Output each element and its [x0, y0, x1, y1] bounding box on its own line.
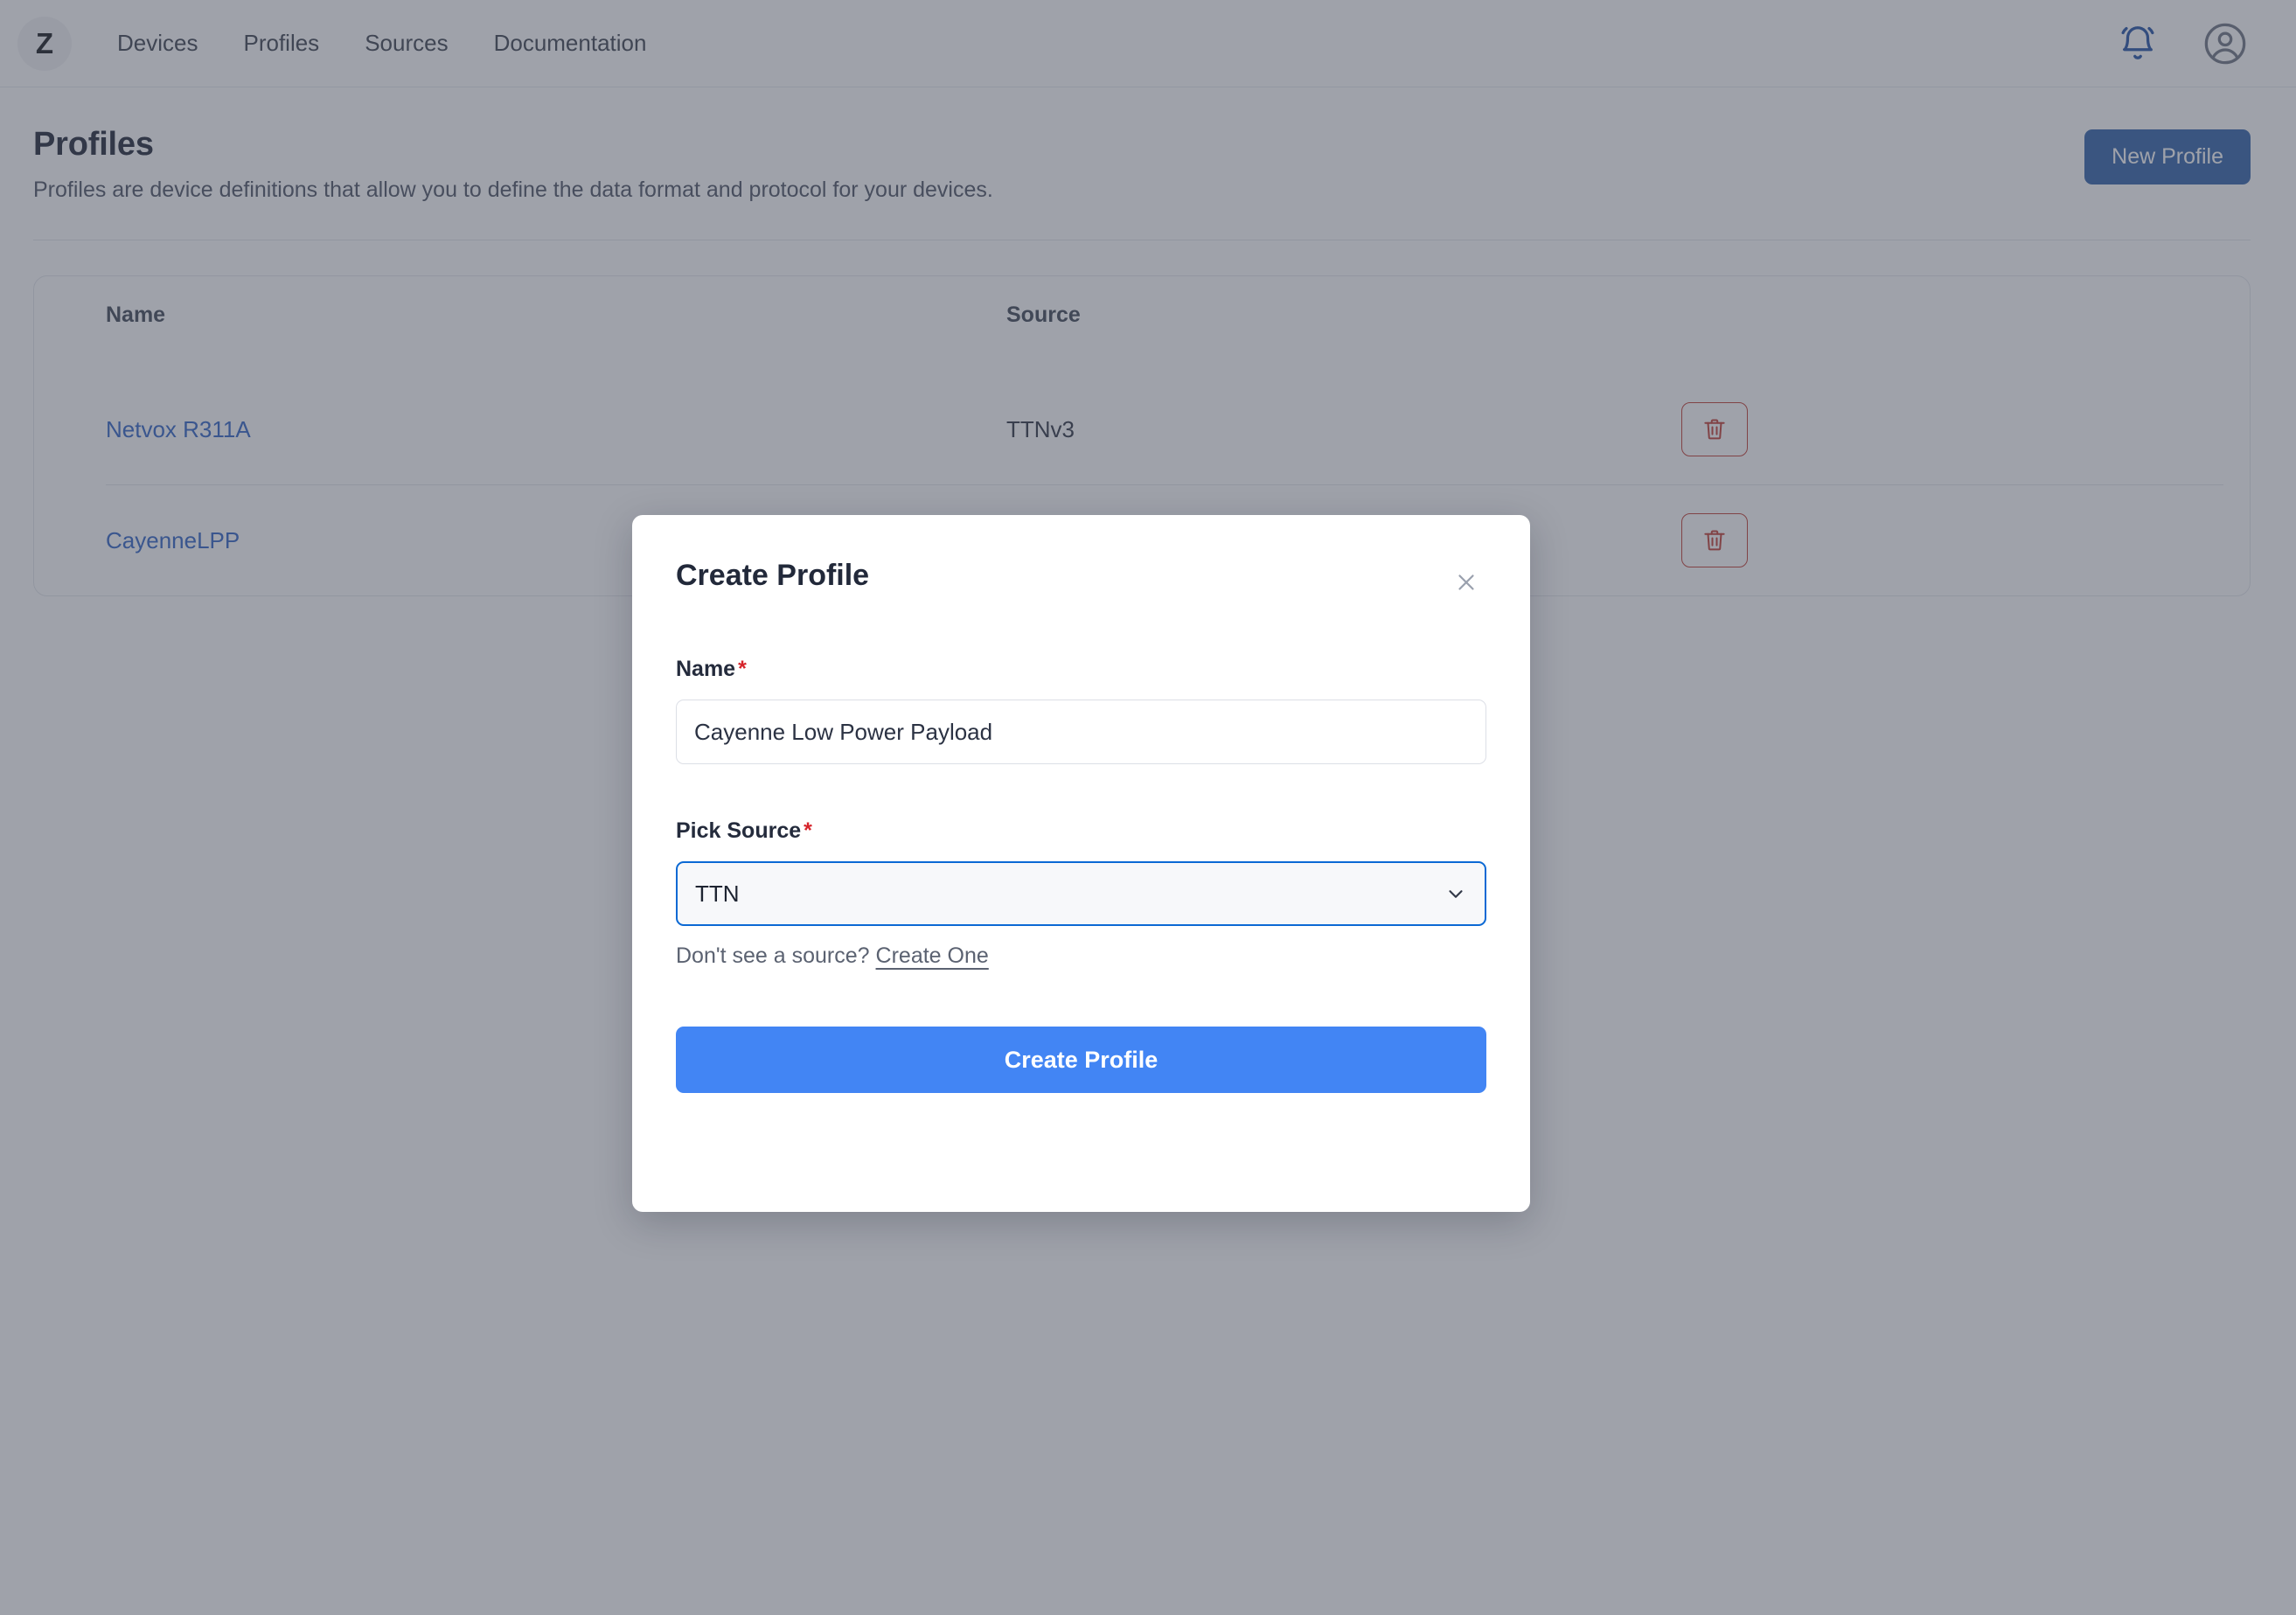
modal-header: Create Profile [676, 559, 1486, 602]
source-field-label: Pick Source* [676, 818, 1486, 844]
create-source-link[interactable]: Create One [876, 943, 989, 968]
modal-title: Create Profile [676, 559, 869, 593]
source-field-group: Pick Source* TTN Don't see a source? Cre… [676, 818, 1486, 969]
name-field-group: Name* [676, 657, 1486, 764]
create-profile-submit-button[interactable]: Create Profile [676, 1027, 1486, 1093]
source-select-wrapper: TTN [676, 861, 1486, 926]
create-profile-modal: Create Profile Name* Pick Source* TTN Do… [632, 515, 1530, 1212]
name-field-label: Name* [676, 657, 1486, 682]
required-asterisk: * [804, 818, 812, 843]
source-helper-text: Don't see a source? [676, 943, 870, 968]
source-label-text: Pick Source [676, 818, 801, 843]
close-x-icon [1453, 569, 1479, 595]
required-asterisk: * [738, 657, 747, 681]
source-helper-row: Don't see a source? Create One [676, 943, 1486, 969]
source-select[interactable]: TTN [676, 861, 1486, 926]
name-label-text: Name [676, 657, 735, 681]
close-button[interactable] [1446, 562, 1486, 602]
name-input[interactable] [676, 700, 1486, 764]
